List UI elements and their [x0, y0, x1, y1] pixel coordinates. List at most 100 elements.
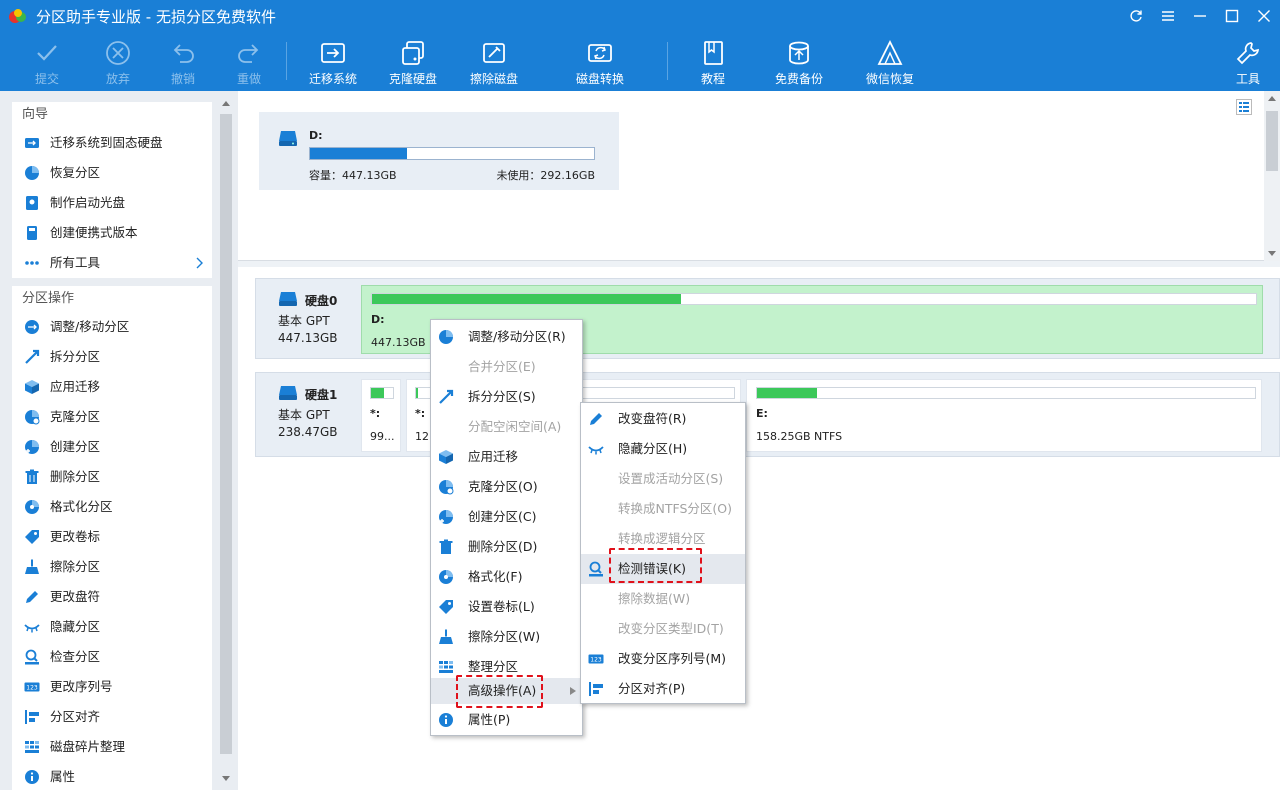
wipe-disk-button[interactable]: 擦除磁盘 [454, 36, 534, 91]
sidebar-item-label: 迁移系统到固态硬盘 [50, 135, 163, 150]
disk-info: 硬盘0 基本 GPT 447.13GB [256, 279, 359, 358]
sidebar-item-change-label[interactable]: 更改卷标 [12, 522, 212, 552]
more-dots-icon [25, 261, 39, 265]
volume-usage-bar [309, 147, 595, 160]
menu-item-delete[interactable]: 删除分区(D) [431, 532, 582, 562]
sidebar-scroll-thumb[interactable] [220, 114, 232, 754]
sidebar-item-change-drive-letter[interactable]: 更改盘符 [12, 582, 212, 612]
free-backup-button[interactable]: 免费备份 [759, 36, 839, 91]
sidebar-section-partition-ops: 分区操作 [22, 291, 75, 306]
partition-block[interactable]: *: 99... [361, 379, 401, 452]
sidebar-item-partition-align[interactable]: 分区对齐 [12, 702, 212, 732]
tutorial-button[interactable]: 教程 [673, 36, 753, 91]
partition-usage-fill [371, 388, 385, 398]
app-migrate-icon [25, 380, 39, 394]
menu-button[interactable] [1152, 0, 1184, 32]
menu-item-clone[interactable]: 克隆分区(O) [431, 472, 582, 502]
magnifier-icon [25, 649, 39, 665]
sidebar-item-clone-partition[interactable]: 克隆分区 [12, 402, 212, 432]
sidebar-item-all-tools[interactable]: 所有工具 [12, 248, 212, 278]
sidebar-item-portable-version[interactable]: 创建便携式版本 [12, 218, 212, 248]
menu-item-label: 转换成NTFS分区(O) [618, 501, 732, 516]
submenu-item-change-letter[interactable]: 改变盘符(R) [581, 404, 745, 434]
refresh-icon [1130, 10, 1142, 22]
sidebar-item-delete-partition[interactable]: 删除分区 [12, 462, 212, 492]
overview-scroll-thumb[interactable] [1266, 111, 1278, 171]
submenu-item-align[interactable]: 分区对齐(P) [581, 674, 745, 704]
sidebar-item-resize-move[interactable]: 调整/移动分区 [12, 312, 212, 342]
close-button[interactable] [1248, 0, 1280, 32]
broom-icon [25, 559, 39, 574]
sidebar-item-label: 属性 [50, 769, 76, 784]
menu-item-label: 合并分区(E) [468, 359, 536, 374]
menu-item-label: 分配空闲空间(A) [468, 419, 562, 434]
menu-item-label: 属性(P) [468, 712, 511, 727]
overview-scrollbar[interactable] [1264, 91, 1280, 261]
sidebar-item-defrag[interactable]: 磁盘碎片整理 [12, 732, 212, 762]
maximize-button[interactable] [1216, 0, 1248, 32]
partition-label: *: [415, 407, 426, 420]
menu-item-allocate-free-space: 分配空闲空间(A) [431, 412, 582, 442]
disk-type: 基本 GPT [278, 314, 330, 328]
sidebar-scrollbar[interactable] [218, 96, 234, 786]
sidebar-item-change-serial[interactable]: 123 更改序列号 [12, 672, 212, 702]
sidebar-item-make-boot-disc[interactable]: 制作启动光盘 [12, 188, 212, 218]
menu-item-create[interactable]: 创建分区(C) [431, 502, 582, 532]
sidebar-item-app-migrate[interactable]: 应用迁移 [12, 372, 212, 402]
main-content: D: 容量：447.13GB 未使用：292.16GB 硬盘0 基本 GPT 4… [238, 91, 1280, 790]
portable-version-icon [27, 226, 37, 240]
scroll-up-icon [222, 101, 230, 106]
refresh-button[interactable] [1120, 0, 1152, 32]
backup-database-icon [789, 41, 809, 65]
partition-block[interactable]: E: 158.25GB NTFS [746, 379, 1262, 452]
sidebar-item-properties[interactable]: 属性 [12, 762, 212, 790]
sidebar-item-create-partition[interactable]: 创建分区 [12, 432, 212, 462]
minimize-button[interactable] [1184, 0, 1216, 32]
menu-item-resize-move[interactable]: 调整/移动分区(R) [431, 322, 582, 352]
submenu-item-change-serial[interactable]: 123 改变分区序列号(M) [581, 644, 745, 674]
sidebar-item-hide-partition[interactable]: 隐藏分区 [12, 612, 212, 642]
disk-row[interactable]: 硬盘1 基本 GPT 238.47GB *: 99... *: 12... E:… [255, 372, 1280, 457]
toolbar-separator [667, 42, 668, 80]
menu-item-set-label[interactable]: 设置卷标(L) [431, 592, 582, 622]
sidebar-item-check-partition[interactable]: 检查分区 [12, 642, 212, 672]
minimize-icon [1194, 15, 1206, 17]
menu-item-app-migrate[interactable]: 应用迁移 [431, 442, 582, 472]
menu-item-split[interactable]: 拆分分区(S) [431, 382, 582, 412]
menu-item-format[interactable]: 格式化(F) [431, 562, 582, 592]
volume-card[interactable]: D: 容量：447.13GB 未使用：292.16GB [259, 112, 619, 190]
volume-usage-fill [310, 148, 407, 159]
clone-disk-button[interactable]: 克隆硬盘 [373, 36, 453, 91]
sidebar: 向导 迁移系统到固态硬盘 恢复分区 制作启动光盘 创建便携式版本 所有工具 分区… [0, 91, 238, 790]
menu-item-label: 设置成活动分区(S) [618, 471, 724, 486]
sidebar-item-wipe-partition[interactable]: 擦除分区 [12, 552, 212, 582]
migrate-os-button[interactable]: 迁移系统 [293, 36, 373, 91]
partition-label: D: [371, 313, 385, 326]
window-title: 分区助手专业版 - 无损分区免费软件 [36, 8, 276, 26]
trash-icon [439, 539, 453, 554]
partition-usage-bar [756, 387, 1256, 399]
disk-convert-button[interactable]: 磁盘转换 [560, 36, 640, 91]
maximize-icon [1225, 9, 1239, 23]
view-toggle-icon[interactable] [1236, 99, 1252, 115]
menu-item-label: 调整/移动分区(R) [468, 329, 566, 344]
menu-item-wipe[interactable]: 擦除分区(W) [431, 622, 582, 652]
pane-splitter[interactable] [238, 261, 1280, 267]
menu-item-properties[interactable]: 属性(P) [431, 705, 582, 735]
disk-row[interactable]: 硬盘0 基本 GPT 447.13GB D: 447.13GB NTFS [255, 278, 1280, 359]
redo-button[interactable]: 重做 [209, 36, 289, 91]
sidebar-item-format[interactable]: 格式化分区 [12, 492, 212, 522]
sidebar-item-split[interactable]: 拆分分区 [12, 342, 212, 372]
split-partition-icon [25, 349, 40, 364]
tools-button[interactable]: 工具 [1208, 36, 1280, 91]
sidebar-item-recover-partition[interactable]: 恢复分区 [12, 158, 212, 188]
submenu-item-hide[interactable]: 隐藏分区(H) [581, 434, 745, 464]
sidebar-item-label: 创建分区 [50, 439, 101, 454]
commit-button[interactable]: 提交 [7, 36, 87, 91]
resize-partition-icon [25, 320, 39, 334]
partition-usage-fill [416, 388, 419, 398]
wechat-recovery-button[interactable]: 微信恢复 [850, 36, 930, 91]
sidebar-item-label: 格式化分区 [50, 499, 113, 514]
sidebar-item-migrate-ssd[interactable]: 迁移系统到固态硬盘 [12, 128, 212, 158]
close-icon [1258, 10, 1270, 22]
